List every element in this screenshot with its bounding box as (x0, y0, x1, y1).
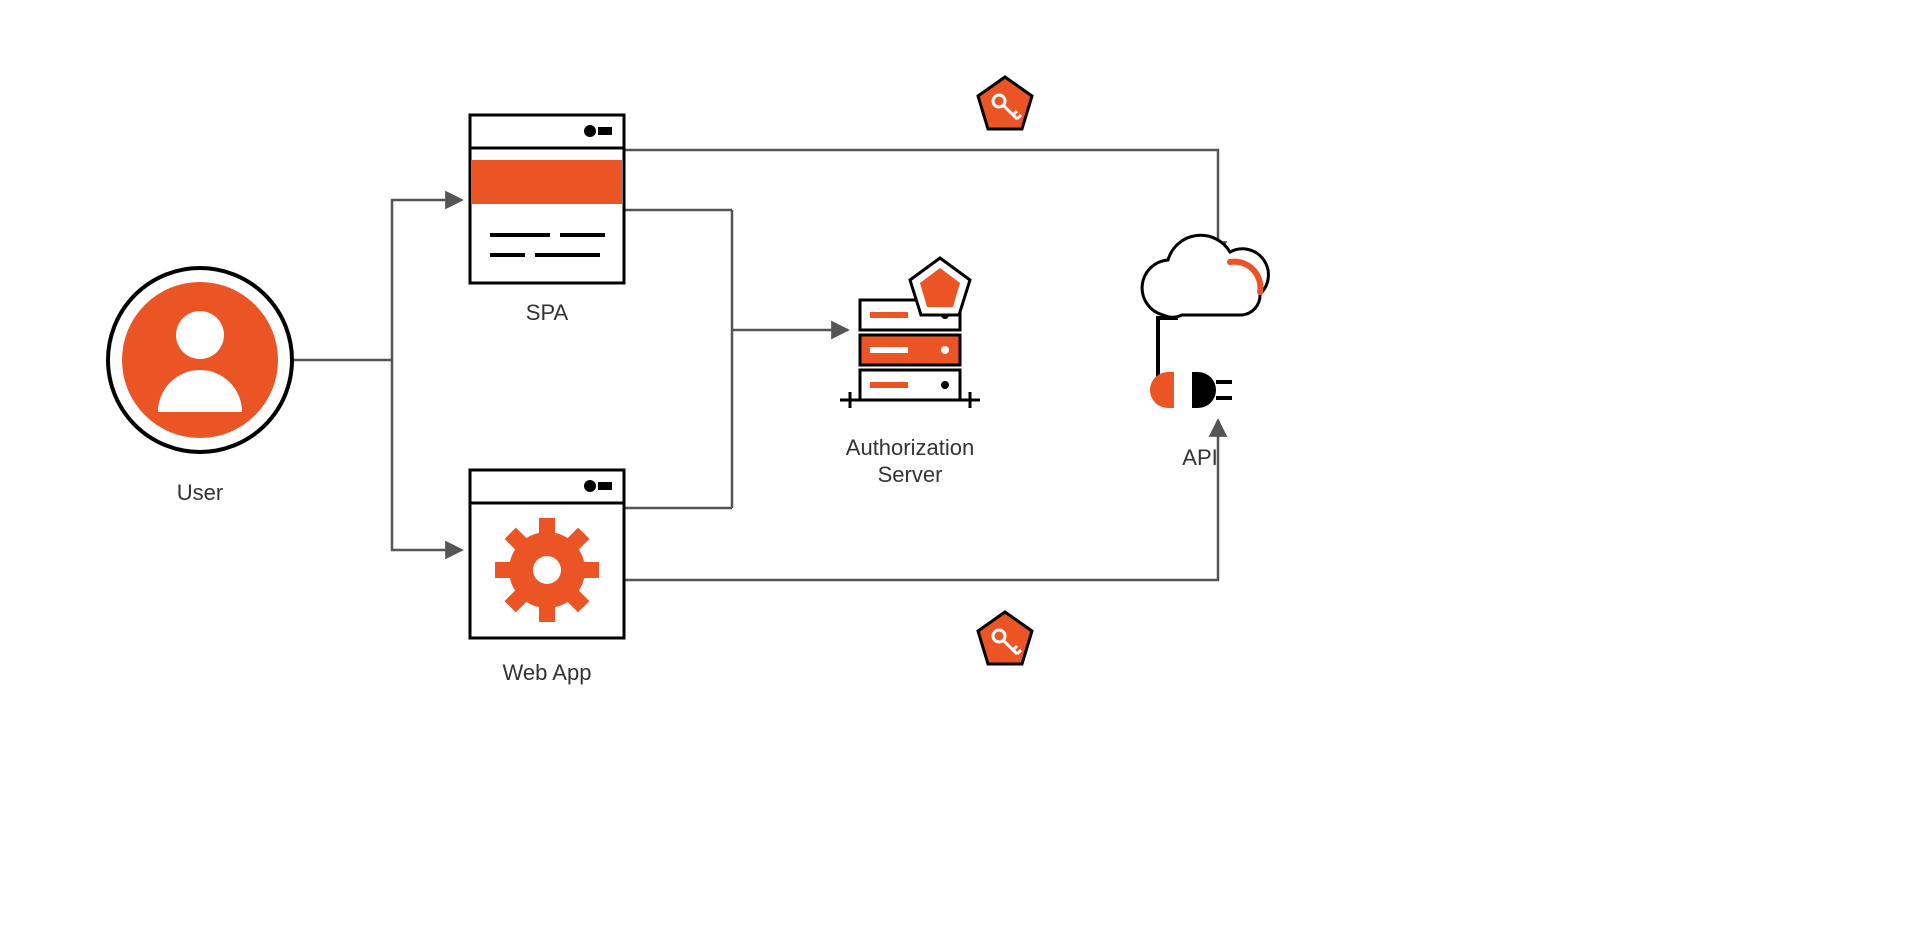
webapp-label: Web App (503, 660, 592, 685)
api-label: API (1182, 445, 1217, 470)
auth-label-2: Server (878, 462, 943, 487)
architecture-diagram: User SPA (0, 0, 1916, 941)
user-label: User (177, 480, 223, 505)
spa-label: SPA (526, 300, 569, 325)
auth-label-1: Authorization (846, 435, 974, 460)
